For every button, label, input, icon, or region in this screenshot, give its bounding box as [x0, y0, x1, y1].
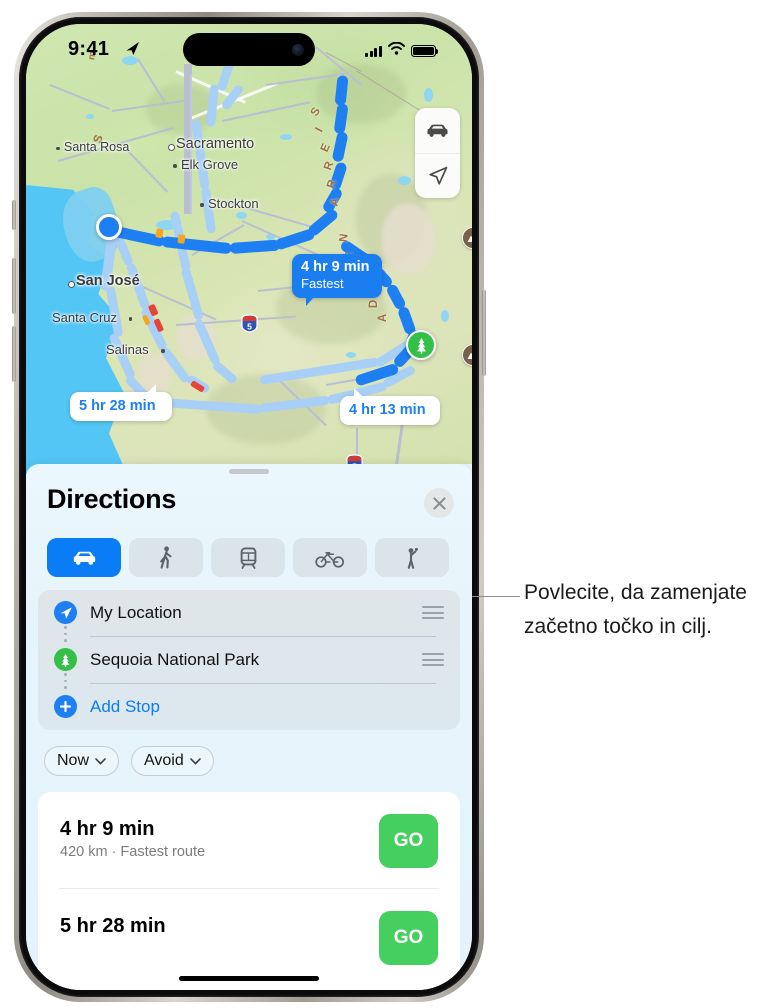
tab-walking[interactable]	[129, 538, 203, 577]
park-tree-icon	[54, 648, 77, 671]
route-field-origin[interactable]: My Location	[38, 590, 460, 636]
map-label: Elk Grove	[181, 157, 239, 172]
park-tree-pin[interactable]	[406, 330, 436, 360]
battery-full-icon	[411, 44, 439, 58]
car-icon[interactable]	[415, 108, 460, 153]
route-callout-fastest[interactable]: 4 hr 9 min Fastest	[292, 254, 382, 306]
sheet-header: Directions	[26, 478, 472, 526]
route-result-row[interactable]: 4 hr 9 min 420 km · Fastest route GO	[38, 792, 460, 888]
page-title: Directions	[47, 484, 177, 514]
navigation-arrow-icon[interactable]	[415, 153, 460, 198]
power-button[interactable]	[482, 290, 486, 376]
close-button[interactable]	[424, 488, 454, 518]
map-place-dot	[200, 203, 204, 207]
route-duration: 4 hr 9 min	[60, 818, 155, 840]
map-place-dot	[68, 280, 75, 288]
tab-cycling[interactable]	[293, 538, 367, 577]
add-stop-row[interactable]: Add Stop	[38, 684, 460, 730]
mountain-icon[interactable]	[462, 227, 472, 249]
departure-time-filter[interactable]: Now	[44, 746, 120, 776]
route-detail: 420 km · Fastest route	[60, 844, 206, 860]
chevron-down-icon	[189, 757, 201, 765]
avoid-filter[interactable]: Avoid	[131, 746, 214, 776]
interstate-5-shield: 5	[241, 314, 258, 333]
route-callout-alt-2[interactable]: 4 hr 13 min	[340, 388, 440, 425]
directions-sheet: Directions My Location Sequoia National …	[26, 464, 472, 990]
callout-time: 5 hr 28 min	[79, 398, 156, 414]
add-stop-label: Add Stop	[90, 697, 160, 716]
map-canvas[interactable]: 5 5 m S SIERRA NEVADA	[26, 24, 472, 474]
destination-drag-handle[interactable]	[422, 653, 444, 670]
svg-text:5: 5	[247, 321, 252, 331]
tab-transit[interactable]	[211, 538, 285, 577]
sheet-grabber[interactable]	[229, 469, 269, 474]
cellular-bars-icon	[365, 45, 382, 57]
map-place-dot	[128, 317, 133, 321]
map-place-dot	[160, 349, 165, 353]
filter-label: Now	[57, 752, 90, 769]
plus-icon	[54, 695, 77, 718]
home-indicator[interactable]	[179, 976, 319, 981]
map-label: Salinas	[106, 342, 149, 357]
map-place-dot	[168, 143, 175, 151]
mountain-icon[interactable]	[462, 344, 472, 366]
sierra-nevada-letter: D	[368, 299, 381, 309]
volume-down-button[interactable]	[12, 326, 16, 382]
my-location-arrow-icon	[54, 601, 77, 624]
chevron-down-icon	[95, 757, 106, 765]
destination-label: Sequoia National Park	[90, 650, 260, 669]
front-camera	[292, 43, 304, 56]
route-results-list: 4 hr 9 min 420 km · Fastest route GO 5 h…	[38, 792, 460, 990]
route-field-destination[interactable]: Sequoia National Park	[38, 637, 460, 683]
sierra-nevada-letter: E	[318, 142, 333, 154]
my-location-dot[interactable]	[96, 214, 122, 240]
tab-driving[interactable]	[47, 538, 121, 577]
transport-mode-tabs	[47, 538, 449, 577]
status-time: 9:41	[68, 38, 110, 60]
dynamic-island	[183, 33, 315, 66]
go-button[interactable]: GO	[379, 911, 438, 965]
callout-time: 4 hr 9 min	[301, 259, 370, 275]
map-place-dot	[56, 146, 60, 151]
mute-switch[interactable]	[12, 200, 16, 230]
origin-drag-handle[interactable]	[422, 606, 444, 623]
route-callout-alt-1[interactable]: 5 hr 28 min	[70, 384, 172, 421]
sierra-nevada-letter: N	[337, 233, 351, 243]
volume-up-button[interactable]	[12, 258, 16, 314]
navigation-arrow-icon	[125, 41, 140, 61]
sierra-nevada-letter: A	[377, 313, 390, 323]
map-place-dot	[173, 164, 177, 168]
go-button[interactable]: GO	[379, 814, 438, 868]
map-label: Santa Rosa	[64, 140, 130, 154]
map-label: San José	[76, 273, 140, 289]
map-label: Stockton	[208, 196, 259, 211]
tab-ride-share[interactable]	[375, 538, 449, 577]
callout-note: Fastest	[301, 276, 344, 291]
origin-label: My Location	[90, 603, 182, 622]
route-fields-group: My Location Sequoia National Park Add St…	[38, 590, 460, 730]
phone-screen: 5 5 m S SIERRA NEVADA	[26, 24, 472, 990]
route-filters: Now Avoid	[44, 746, 214, 776]
callout-time: 4 hr 13 min	[349, 402, 426, 418]
sierra-nevada-letter: I	[313, 125, 326, 135]
route-duration: 5 hr 28 min	[60, 915, 166, 937]
map-controls	[415, 108, 460, 198]
map-label: Santa Cruz	[52, 310, 118, 325]
wifi-icon	[388, 41, 405, 60]
filter-label: Avoid	[144, 752, 184, 769]
map-label: Sacramento	[176, 136, 255, 152]
screenshot-root: 5 5 m S SIERRA NEVADA	[0, 0, 782, 1008]
annotation-text: Povlecite, da zamenjate začetno točko in…	[524, 581, 747, 638]
route-result-row[interactable]: 5 hr 28 min GO	[38, 889, 460, 985]
